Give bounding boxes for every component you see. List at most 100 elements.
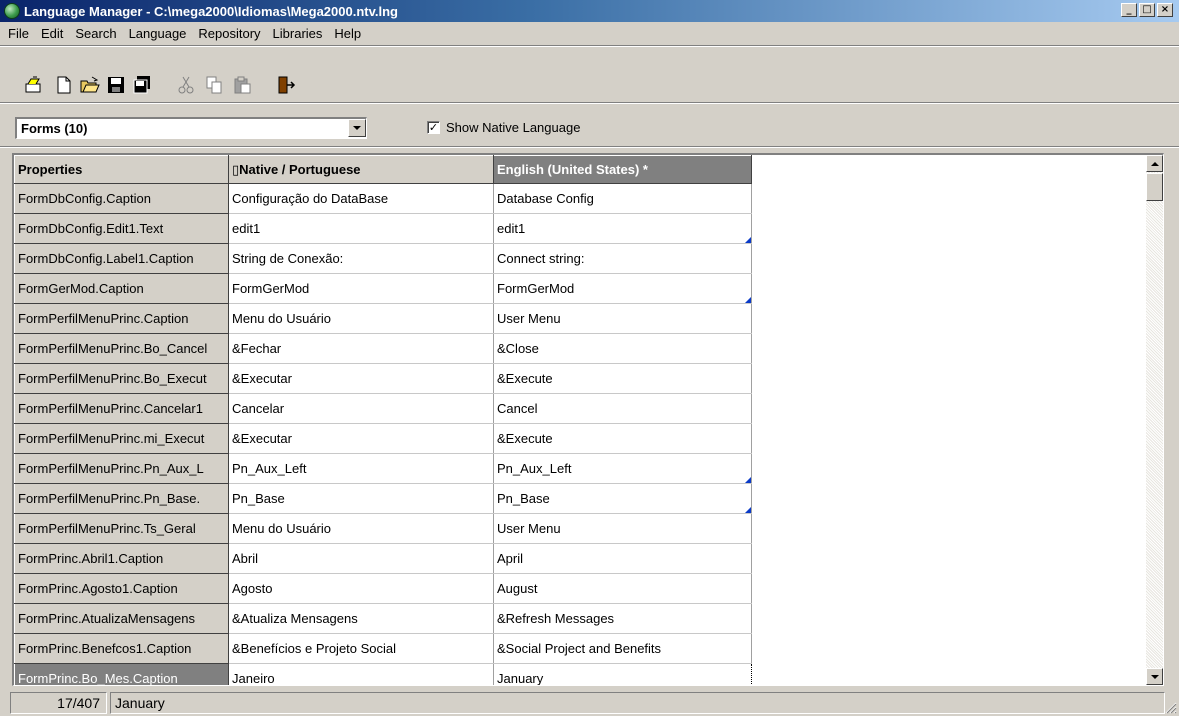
maximize-button[interactable]: □	[1139, 3, 1155, 17]
exit-icon[interactable]	[276, 75, 298, 97]
repository-open-icon[interactable]	[24, 75, 46, 97]
property-cell[interactable]: FormDbConfig.Label1.Caption	[14, 243, 229, 274]
property-cell[interactable]: FormDbConfig.Edit1.Text	[14, 213, 229, 244]
property-cell[interactable]: FormDbConfig.Caption	[14, 183, 229, 214]
menu-language[interactable]: Language	[123, 26, 193, 41]
table-row[interactable]: FormPerfilMenuPrinc.Bo_Execut &Executar &E…	[14, 363, 752, 394]
table-row[interactable]: FormPrinc.Abril1.Caption Abril April	[14, 543, 752, 574]
english-cell[interactable]: January	[493, 663, 752, 685]
english-cell[interactable]: User Menu	[493, 303, 752, 334]
english-cell[interactable]: Pn_Aux_Left	[493, 453, 752, 484]
menu-file[interactable]: File	[2, 26, 35, 41]
property-cell[interactable]: FormPerfilMenuPrinc.Pn_Base.	[14, 483, 229, 514]
english-cell[interactable]: &Close	[493, 333, 752, 364]
header-properties[interactable]: Properties	[14, 155, 229, 184]
checkbox-check-icon[interactable]: ✓	[427, 121, 440, 134]
table-row[interactable]: FormPrinc.Benefcos1.Caption &Benefícios e…	[14, 633, 752, 664]
close-button[interactable]: ×	[1157, 3, 1173, 17]
title-bar[interactable]: Language Manager - C:\mega2000\Idiomas\M…	[0, 0, 1179, 22]
native-cell[interactable]: Cancelar	[228, 393, 494, 424]
english-cell[interactable]: August	[493, 573, 752, 604]
property-cell[interactable]: FormPerfilMenuPrinc.Pn_Aux_L	[14, 453, 229, 484]
english-cell[interactable]: Connect string:	[493, 243, 752, 274]
english-cell[interactable]: &Refresh Messages	[493, 603, 752, 634]
menu-repository[interactable]: Repository	[192, 26, 266, 41]
native-cell[interactable]: Configuração do DataBase	[228, 183, 494, 214]
native-cell[interactable]: &Executar	[228, 363, 494, 394]
table-row[interactable]: FormPerfilMenuPrinc.Pn_Base. Pn_Base Pn_Ba…	[14, 483, 752, 514]
header-english[interactable]: English (United States) *	[493, 155, 752, 184]
property-cell[interactable]: FormPerfilMenuPrinc.Caption	[14, 303, 229, 334]
native-cell[interactable]: &Benefícios e Projeto Social	[228, 633, 494, 664]
table-row[interactable]: FormPerfilMenuPrinc.Pn_Aux_L Pn_Aux_Left P…	[14, 453, 752, 484]
menu-libraries[interactable]: Libraries	[267, 26, 329, 41]
property-cell[interactable]: FormPerfilMenuPrinc.mi_Execut	[14, 423, 229, 454]
native-cell[interactable]: Menu do Usuário	[228, 303, 494, 334]
translation-grid[interactable]: Properties ▯Native / Portuguese English …	[12, 153, 1164, 686]
table-row[interactable]: FormGerMod.Caption FormGerMod FormGerMod	[14, 273, 752, 304]
table-row[interactable]: FormPerfilMenuPrinc.Bo_Cancel &Fechar &Clo…	[14, 333, 752, 364]
cut-icon[interactable]	[176, 75, 198, 97]
english-cell[interactable]: edit1	[493, 213, 752, 244]
table-row[interactable]: FormPrinc.Bo_Mes.Caption Janeiro January	[14, 663, 752, 685]
native-cell[interactable]: &Atualiza Mensagens	[228, 603, 494, 634]
table-row[interactable]: FormDbConfig.Edit1.Text edit1 edit1	[14, 213, 752, 244]
property-cell[interactable]: FormPrinc.Bo_Mes.Caption	[14, 663, 229, 685]
resize-grip-icon[interactable]	[1163, 700, 1177, 714]
menu-help[interactable]: Help	[328, 26, 367, 41]
english-cell[interactable]: &Execute	[493, 363, 752, 394]
menu-search[interactable]: Search	[69, 26, 122, 41]
property-cell[interactable]: FormPerfilMenuPrinc.Bo_Cancel	[14, 333, 229, 364]
save-icon[interactable]	[106, 75, 128, 97]
table-row[interactable]: FormPerfilMenuPrinc.Ts_Geral Menu do Usuá…	[14, 513, 752, 544]
native-cell[interactable]: Pn_Aux_Left	[228, 453, 494, 484]
new-file-icon[interactable]	[54, 75, 76, 97]
paste-icon[interactable]	[232, 75, 254, 97]
minimize-button[interactable]: _	[1121, 3, 1137, 17]
native-cell[interactable]: &Fechar	[228, 333, 494, 364]
scroll-up-button[interactable]	[1146, 155, 1163, 172]
header-native[interactable]: ▯Native / Portuguese	[228, 155, 494, 184]
native-cell[interactable]: Janeiro	[228, 663, 494, 685]
property-cell[interactable]: FormGerMod.Caption	[14, 273, 229, 304]
combo-dropdown-button[interactable]	[348, 119, 366, 137]
native-cell[interactable]: String de Conexão:	[228, 243, 494, 274]
table-row[interactable]: FormPerfilMenuPrinc.Caption Menu do Usuár…	[14, 303, 752, 334]
vertical-scrollbar[interactable]	[1146, 155, 1163, 685]
property-cell[interactable]: FormPrinc.AtualizaMensagens	[14, 603, 229, 634]
property-cell[interactable]: FormPrinc.Benefcos1.Caption	[14, 633, 229, 664]
native-cell[interactable]: FormGerMod	[228, 273, 494, 304]
table-row[interactable]: FormPerfilMenuPrinc.mi_Execut &Executar &E…	[14, 423, 752, 454]
property-cell[interactable]: FormPrinc.Abril1.Caption	[14, 543, 229, 574]
table-row[interactable]: FormPerfilMenuPrinc.Cancelar1 Cancelar Can…	[14, 393, 752, 424]
native-cell[interactable]: Abril	[228, 543, 494, 574]
english-cell[interactable]: Pn_Base	[493, 483, 752, 514]
english-cell[interactable]: Cancel	[493, 393, 752, 424]
open-folder-icon[interactable]	[80, 75, 102, 97]
native-cell[interactable]: &Executar	[228, 423, 494, 454]
menu-edit[interactable]: Edit	[35, 26, 69, 41]
forms-combo[interactable]: Forms (10)	[15, 117, 367, 139]
property-cell[interactable]: FormPrinc.Agosto1.Caption	[14, 573, 229, 604]
table-row[interactable]: FormDbConfig.Caption Configuração do Data…	[14, 183, 752, 214]
show-native-checkbox[interactable]: ✓ Show Native Language	[427, 120, 580, 135]
english-cell[interactable]: FormGerMod	[493, 273, 752, 304]
english-cell[interactable]: Database Config	[493, 183, 752, 214]
property-cell[interactable]: FormPerfilMenuPrinc.Ts_Geral	[14, 513, 229, 544]
native-cell[interactable]: Agosto	[228, 573, 494, 604]
english-cell[interactable]: User Menu	[493, 513, 752, 544]
native-cell[interactable]: edit1	[228, 213, 494, 244]
scroll-thumb[interactable]	[1146, 173, 1163, 201]
native-cell[interactable]: Menu do Usuário	[228, 513, 494, 544]
scroll-down-button[interactable]	[1146, 668, 1163, 685]
property-cell[interactable]: FormPerfilMenuPrinc.Cancelar1	[14, 393, 229, 424]
english-cell[interactable]: April	[493, 543, 752, 574]
english-cell[interactable]: &Execute	[493, 423, 752, 454]
property-cell[interactable]: FormPerfilMenuPrinc.Bo_Execut	[14, 363, 229, 394]
english-cell[interactable]: &Social Project and Benefits	[493, 633, 752, 664]
save-all-icon[interactable]	[132, 75, 154, 97]
table-row[interactable]: FormPrinc.AtualizaMensagens &Atualiza Men…	[14, 603, 752, 634]
copy-icon[interactable]	[204, 75, 226, 97]
table-row[interactable]: FormDbConfig.Label1.Caption String de Con…	[14, 243, 752, 274]
table-row[interactable]: FormPrinc.Agosto1.Caption Agosto August	[14, 573, 752, 604]
